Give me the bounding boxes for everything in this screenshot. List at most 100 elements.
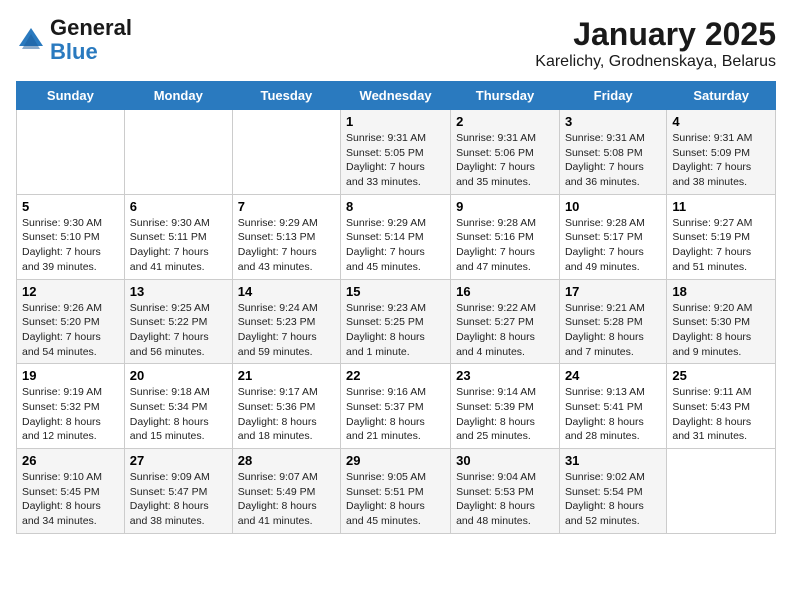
cell-info: Sunrise: 9:30 AM — [130, 216, 227, 231]
cell-info: Sunrise: 9:31 AM — [346, 131, 445, 146]
cell-info: Daylight: 7 hours — [565, 160, 661, 175]
day-number: 27 — [130, 453, 227, 468]
cell-info: Sunset: 5:51 PM — [346, 485, 445, 500]
cell-info: Sunset: 5:17 PM — [565, 230, 661, 245]
cell-info: and 39 minutes. — [22, 260, 119, 275]
cell-info: Daylight: 8 hours — [238, 415, 335, 430]
calendar-cell: 16Sunrise: 9:22 AMSunset: 5:27 PMDayligh… — [451, 279, 560, 364]
cell-info: Sunset: 5:13 PM — [238, 230, 335, 245]
calendar-cell: 21Sunrise: 9:17 AMSunset: 5:36 PMDayligh… — [232, 364, 340, 449]
cell-info: Sunrise: 9:30 AM — [22, 216, 119, 231]
cell-info: Sunset: 5:34 PM — [130, 400, 227, 415]
cell-info: Sunrise: 9:02 AM — [565, 470, 661, 485]
cell-info: and 41 minutes. — [238, 514, 335, 529]
calendar-cell: 28Sunrise: 9:07 AMSunset: 5:49 PMDayligh… — [232, 449, 340, 534]
calendar-cell — [17, 110, 125, 195]
day-number: 26 — [22, 453, 119, 468]
cell-info: Sunrise: 9:19 AM — [22, 385, 119, 400]
cell-info: Sunset: 5:27 PM — [456, 315, 554, 330]
calendar-cell: 12Sunrise: 9:26 AMSunset: 5:20 PMDayligh… — [17, 279, 125, 364]
cell-info: Sunset: 5:10 PM — [22, 230, 119, 245]
day-number: 14 — [238, 284, 335, 299]
cell-info: Sunrise: 9:18 AM — [130, 385, 227, 400]
cell-info: and 36 minutes. — [565, 175, 661, 190]
calendar-cell: 17Sunrise: 9:21 AMSunset: 5:28 PMDayligh… — [559, 279, 666, 364]
calendar-table: SundayMondayTuesdayWednesdayThursdayFrid… — [16, 81, 776, 534]
cell-info: Sunset: 5:14 PM — [346, 230, 445, 245]
day-number: 13 — [130, 284, 227, 299]
cell-info: Sunrise: 9:09 AM — [130, 470, 227, 485]
day-number: 4 — [672, 114, 770, 129]
calendar-cell — [232, 110, 340, 195]
cell-info: and 34 minutes. — [22, 514, 119, 529]
cell-info: Sunset: 5:06 PM — [456, 146, 554, 161]
cell-info: and 28 minutes. — [565, 429, 661, 444]
cell-info: Sunrise: 9:25 AM — [130, 301, 227, 316]
cell-info: and 33 minutes. — [346, 175, 445, 190]
cell-info: and 45 minutes. — [346, 260, 445, 275]
cell-info: Sunset: 5:49 PM — [238, 485, 335, 500]
day-number: 10 — [565, 199, 661, 214]
calendar-cell: 4Sunrise: 9:31 AMSunset: 5:09 PMDaylight… — [667, 110, 776, 195]
calendar-cell: 14 Sunrise: 9:24 AMSunset: 5:23 PMDayligh… — [232, 279, 340, 364]
day-number: 3 — [565, 114, 661, 129]
weekday-header-tuesday: Tuesday — [232, 82, 340, 110]
cell-info: and 31 minutes. — [672, 429, 770, 444]
cell-info: Sunset: 5:41 PM — [565, 400, 661, 415]
cell-info: Sunset: 5:22 PM — [130, 315, 227, 330]
cell-info: Daylight: 8 hours — [238, 499, 335, 514]
day-number: 20 — [130, 368, 227, 383]
cell-info: Sunrise: 9:31 AM — [456, 131, 554, 146]
calendar-cell: 6Sunrise: 9:30 AMSunset: 5:11 PMDaylight… — [124, 194, 232, 279]
cell-info: Sunset: 5:09 PM — [672, 146, 770, 161]
day-number: 25 — [672, 368, 770, 383]
cell-info: Sunrise: 9:29 AM — [238, 216, 335, 231]
cell-info: Daylight: 8 hours — [672, 330, 770, 345]
cell-info: Sunrise: 9:26 AM — [22, 301, 119, 316]
cell-info: Daylight: 8 hours — [456, 330, 554, 345]
day-number: 8 — [346, 199, 445, 214]
cell-info: Sunrise: 9:28 AM — [456, 216, 554, 231]
cell-info: Sunset: 5:43 PM — [672, 400, 770, 415]
cell-info: Sunrise: 9:31 AM — [672, 131, 770, 146]
cell-info: and 45 minutes. — [346, 514, 445, 529]
cell-info: and 38 minutes. — [130, 514, 227, 529]
logo-text: General Blue — [50, 16, 132, 64]
day-number: 18 — [672, 284, 770, 299]
cell-info: Sunrise: 9:04 AM — [456, 470, 554, 485]
cell-info: and 7 minutes. — [565, 345, 661, 360]
cell-info: Daylight: 7 hours — [238, 330, 335, 345]
cell-info: Sunrise: 9:27 AM — [672, 216, 770, 231]
cell-info: Daylight: 8 hours — [456, 415, 554, 430]
weekday-header-monday: Monday — [124, 82, 232, 110]
cell-info: and 54 minutes. — [22, 345, 119, 360]
cell-info: Sunset: 5:05 PM — [346, 146, 445, 161]
cell-info: Sunset: 5:23 PM — [238, 315, 335, 330]
cell-info: Daylight: 8 hours — [346, 330, 445, 345]
cell-info: Sunset: 5:37 PM — [346, 400, 445, 415]
day-number: 30 — [456, 453, 554, 468]
weekday-header-friday: Friday — [559, 82, 666, 110]
cell-info: and 18 minutes. — [238, 429, 335, 444]
cell-info: Sunset: 5:39 PM — [456, 400, 554, 415]
calendar-cell: 15Sunrise: 9:23 AMSunset: 5:25 PMDayligh… — [341, 279, 451, 364]
cell-info: and 35 minutes. — [456, 175, 554, 190]
cell-info: Daylight: 7 hours — [456, 160, 554, 175]
calendar-cell: 7Sunrise: 9:29 AMSunset: 5:13 PMDaylight… — [232, 194, 340, 279]
cell-info: Sunset: 5:32 PM — [22, 400, 119, 415]
cell-info: and 52 minutes. — [565, 514, 661, 529]
cell-info: Sunset: 5:45 PM — [22, 485, 119, 500]
cell-info: Sunrise: 9:24 AM — [238, 301, 335, 316]
cell-info: Daylight: 7 hours — [346, 160, 445, 175]
cell-info: Sunrise: 9:11 AM — [672, 385, 770, 400]
day-number: 1 — [346, 114, 445, 129]
cell-info: and 38 minutes. — [672, 175, 770, 190]
weekday-header-sunday: Sunday — [17, 82, 125, 110]
day-number: 9 — [456, 199, 554, 214]
cell-info: Sunset: 5:16 PM — [456, 230, 554, 245]
page-subtitle: Karelichy, Grodnenskaya, Belarus — [535, 53, 776, 71]
cell-info: and 43 minutes. — [238, 260, 335, 275]
calendar-cell: 18Sunrise: 9:20 AMSunset: 5:30 PMDayligh… — [667, 279, 776, 364]
cell-info: Sunset: 5:36 PM — [238, 400, 335, 415]
cell-info: Sunset: 5:11 PM — [130, 230, 227, 245]
